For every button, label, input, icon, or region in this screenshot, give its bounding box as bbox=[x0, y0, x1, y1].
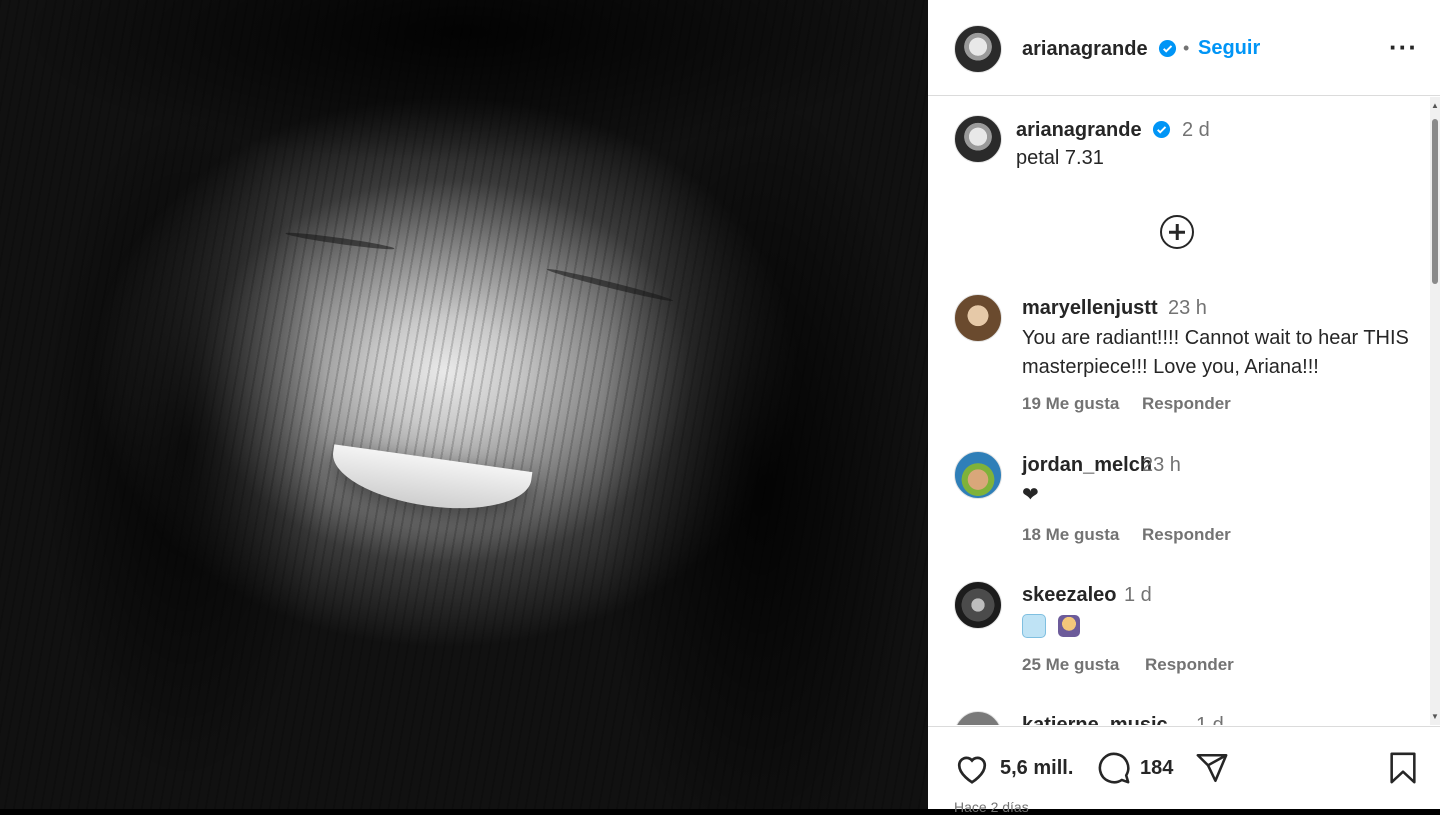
caption-text: petal 7.31 bbox=[1016, 147, 1104, 169]
comment-time: 23 h bbox=[1168, 297, 1207, 319]
commenter-username[interactable]: skeezaleo bbox=[1022, 584, 1117, 607]
commenter-avatar[interactable] bbox=[954, 711, 1002, 725]
comment-likes[interactable]: 25 Me gusta bbox=[1022, 655, 1119, 675]
caption-author-avatar[interactable] bbox=[954, 115, 1002, 163]
comment-text: You are radiant!!!! Cannot wait to hear … bbox=[1022, 327, 1409, 378]
post-photo[interactable] bbox=[0, 0, 928, 809]
comments-scrollbar[interactable]: ▲ ▼ bbox=[1430, 97, 1440, 725]
posted-time: Hace 2 días bbox=[954, 799, 1029, 815]
person-emoji-icon bbox=[1057, 614, 1080, 637]
reply-button[interactable]: Responder bbox=[1145, 655, 1234, 675]
heart-icon[interactable] bbox=[954, 751, 990, 785]
commenter-avatar[interactable] bbox=[954, 451, 1002, 499]
comment-likes[interactable]: 19 Me gusta bbox=[1022, 394, 1119, 414]
commenter-username[interactable]: maryellenjustt bbox=[1022, 297, 1158, 320]
caption-author-username[interactable]: arianagrande bbox=[1016, 119, 1142, 142]
caption-time: 2 d bbox=[1182, 119, 1210, 141]
post-header: arianagrande • Seguir ··· bbox=[928, 0, 1440, 96]
post-actions-bar: 5,6 mill. 184 Hace 2 días bbox=[928, 726, 1440, 815]
scroll-up-icon[interactable]: ▲ bbox=[1431, 101, 1439, 110]
author-username[interactable]: arianagrande bbox=[1022, 38, 1148, 61]
more-options-icon[interactable]: ··· bbox=[1389, 32, 1418, 63]
ice-cube-emoji-icon bbox=[1022, 613, 1046, 638]
comment-time: 1 d bbox=[1124, 584, 1152, 606]
post-side-panel: arianagrande • Seguir ··· arianagrande 2… bbox=[928, 0, 1440, 815]
author-avatar[interactable] bbox=[954, 25, 1002, 73]
comment-text: ❤ bbox=[1022, 484, 1039, 506]
comments-count[interactable]: 184 bbox=[1140, 757, 1173, 780]
reply-button[interactable]: Responder bbox=[1142, 525, 1231, 545]
share-icon[interactable] bbox=[1194, 751, 1230, 785]
load-more-plus-icon[interactable] bbox=[1160, 215, 1194, 249]
scrollbar-thumb[interactable] bbox=[1432, 119, 1438, 284]
commenter-avatar[interactable] bbox=[954, 581, 1002, 629]
verified-badge-icon bbox=[1158, 39, 1177, 58]
comment-icon[interactable] bbox=[1096, 751, 1132, 785]
photo-hair-overlay bbox=[0, 0, 928, 809]
verified-badge-icon bbox=[1152, 120, 1171, 139]
commenter-username[interactable]: jordan_melch bbox=[1022, 454, 1152, 477]
comment-likes[interactable]: 18 Me gusta bbox=[1022, 525, 1119, 545]
scroll-down-icon[interactable]: ▼ bbox=[1431, 712, 1439, 721]
comments-list[interactable]: arianagrande 2 d petal 7.31 maryellenjus… bbox=[928, 97, 1440, 725]
reply-button[interactable]: Responder bbox=[1142, 394, 1231, 414]
header-separator: • bbox=[1183, 38, 1190, 58]
comment-time: 1 d bbox=[1196, 714, 1224, 725]
comment-time: 23 h bbox=[1142, 454, 1181, 476]
commenter-username[interactable]: katierne_music bbox=[1022, 714, 1168, 725]
follow-button[interactable]: Seguir bbox=[1198, 37, 1260, 60]
bookmark-icon[interactable] bbox=[1386, 751, 1420, 785]
commenter-avatar[interactable] bbox=[954, 294, 1002, 342]
comment-text bbox=[1022, 611, 1412, 640]
likes-count[interactable]: 5,6 mill. bbox=[1000, 757, 1073, 780]
